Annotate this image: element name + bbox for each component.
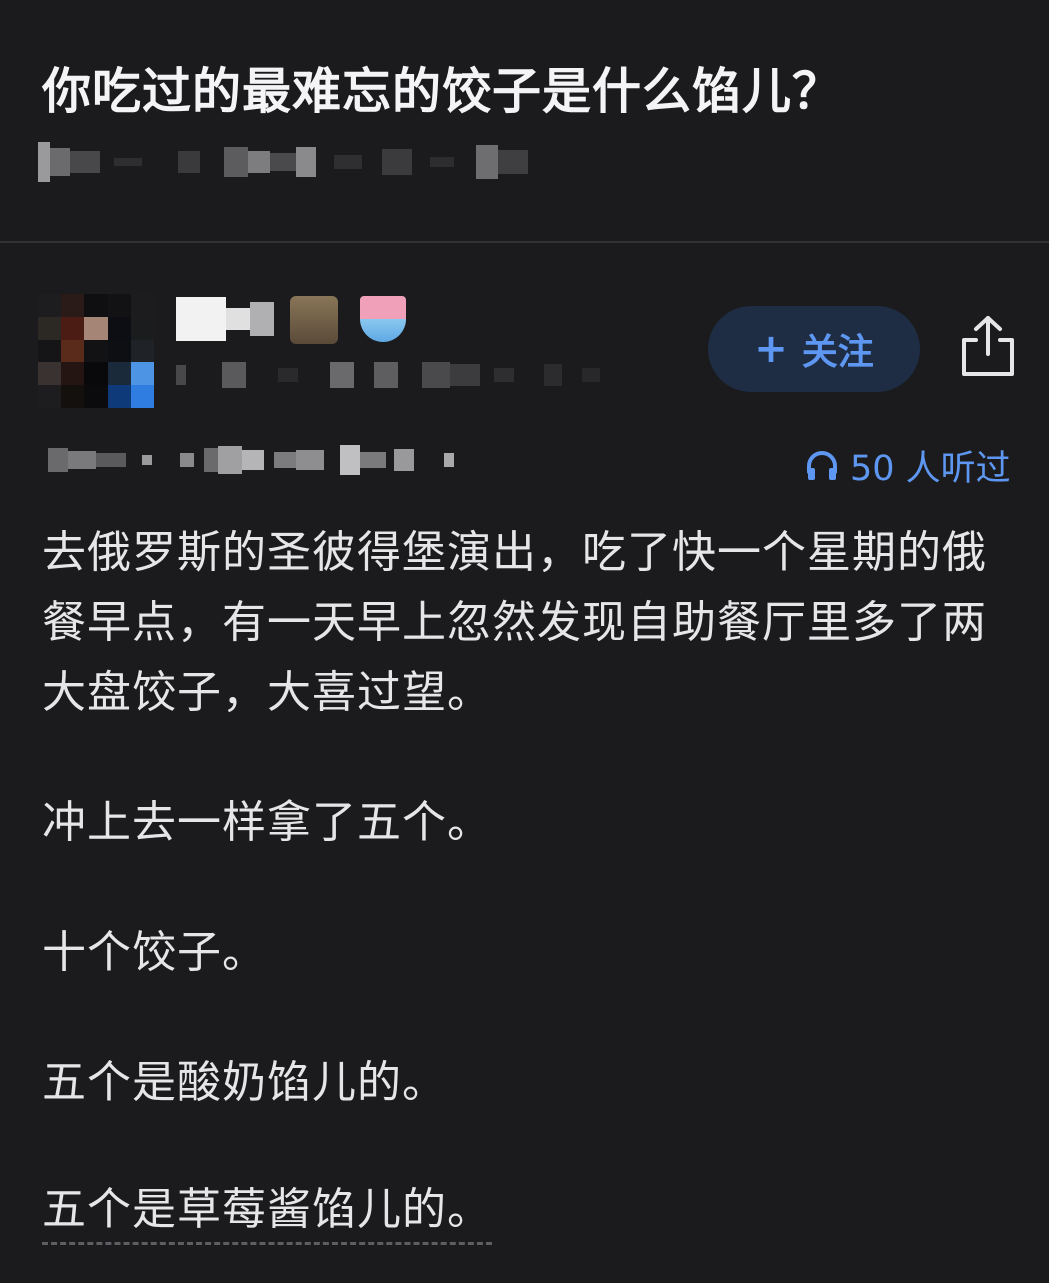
pixelated-question-meta — [38, 142, 528, 182]
author-badge-icon — [360, 296, 406, 342]
plus-icon: + — [754, 326, 788, 372]
listen-count: 50 人听过 — [804, 440, 1011, 491]
author-badge-icon — [290, 296, 338, 344]
pixelated-answer-meta — [48, 444, 454, 476]
answer-paragraph: 十个饺子。 — [42, 927, 267, 978]
answer-page: 你吃过的最难忘的饺子是什么馅儿？ + 关注 50 人听过 去俄罗斯的圣彼得堡演出… — [0, 0, 1049, 1283]
answer-paragraph: 去俄罗斯的圣彼得堡演出，吃了快一个星期的俄餐早点，有一天早上忽然发现自助餐厅里多… — [42, 527, 987, 718]
answer-paragraph: 冲上去一样拿了五个。 — [42, 797, 492, 848]
pixelated-author-bio — [176, 360, 600, 390]
listen-count-text: 50 人听过 — [850, 449, 1011, 489]
question-title[interactable]: 你吃过的最难忘的饺子是什么馅儿？ — [42, 52, 1002, 123]
follow-button[interactable]: + 关注 — [708, 306, 920, 392]
answer-paragraph: 五个是酸奶馅儿的。 — [42, 1057, 447, 1108]
share-icon[interactable] — [958, 314, 1018, 378]
answer-paragraph: 五个是草莓酱馅儿的。 — [42, 1178, 492, 1245]
pixelated-author-name — [176, 294, 274, 344]
headphones-icon — [807, 450, 837, 480]
answer-body: 去俄罗斯的圣彼得堡演出，吃了快一个星期的俄餐早点，有一天早上忽然发现自助餐厅里多… — [42, 518, 1022, 1245]
follow-label: 关注 — [801, 332, 874, 373]
section-divider — [0, 241, 1049, 243]
author-avatar[interactable] — [38, 294, 154, 408]
